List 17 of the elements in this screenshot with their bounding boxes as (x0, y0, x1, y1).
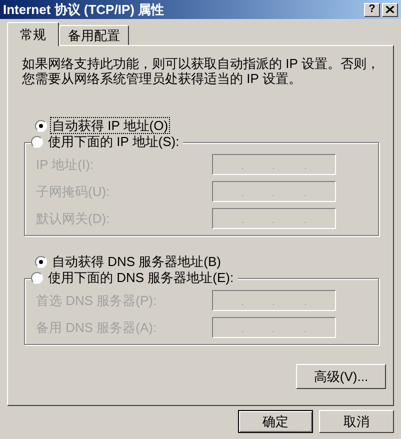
radio-button[interactable] (35, 120, 47, 132)
close-button[interactable] (382, 2, 398, 16)
radio-button[interactable] (31, 272, 43, 284)
dialog-button[interactable]: 取消 (319, 410, 394, 433)
radio-label[interactable]: 自动获得 DNS 服务器地址(B) (51, 254, 222, 269)
tab[interactable]: 常规 (7, 22, 59, 46)
radio-button[interactable] (35, 256, 47, 268)
radio-label[interactable]: 自动获得 IP 地址(O) (51, 118, 170, 133)
description-text: 您需要从网络系统管理员处获得适当的 IP 设置。 (22, 71, 302, 86)
close-icon (386, 6, 394, 13)
help-button[interactable]: ? (364, 2, 380, 16)
advanced-button[interactable]: 高级(V)... (296, 364, 386, 389)
description-text: 如果网络支持此功能，则可以获取自动指派的 IP 设置。否则， (22, 56, 380, 71)
dialog-button[interactable]: 确定 (238, 410, 313, 433)
radio-button[interactable] (31, 136, 43, 148)
tab[interactable]: 备用配置 (59, 25, 129, 45)
window-title: Internet 协议 (TCP/IP) 属性 (3, 3, 164, 16)
